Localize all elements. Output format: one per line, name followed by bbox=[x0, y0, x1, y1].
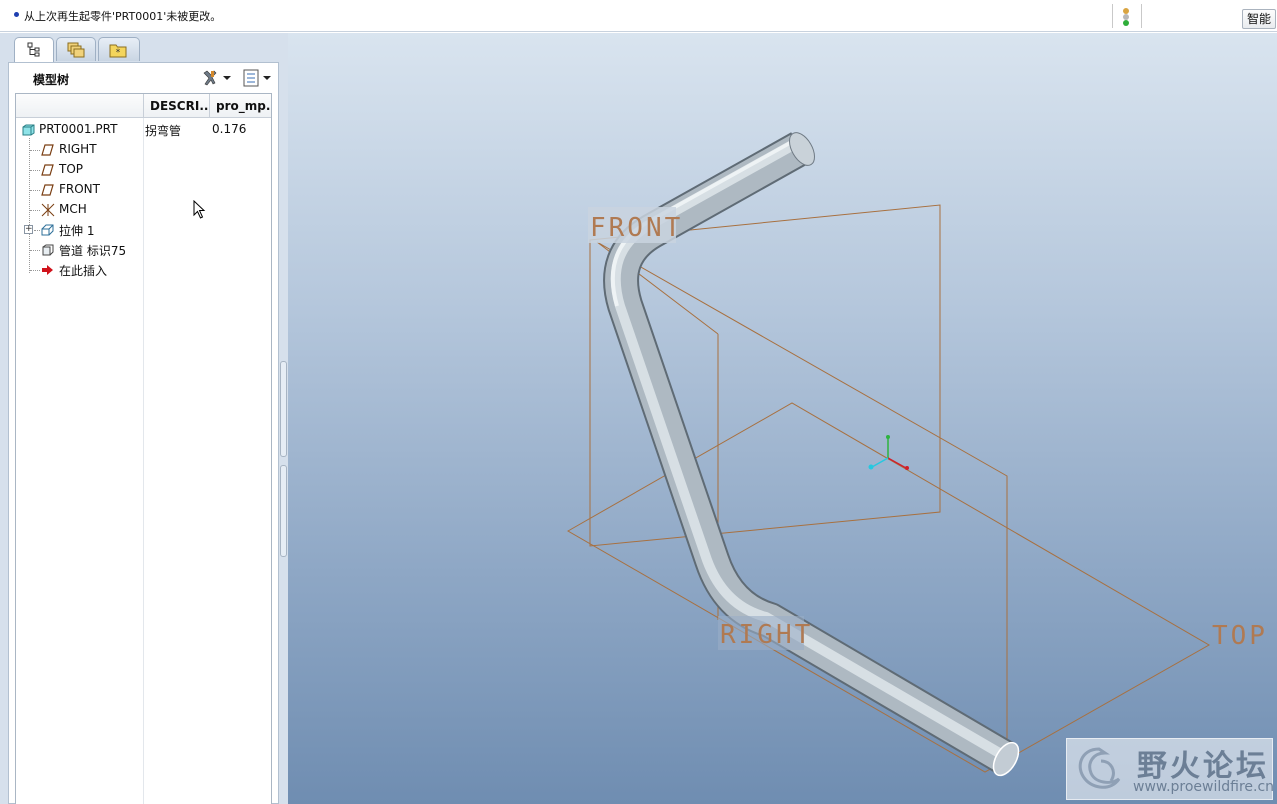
tree-item-label: 拉伸 1 bbox=[59, 224, 95, 238]
regeneration-status-icon[interactable] bbox=[1121, 8, 1131, 28]
message-bullet-icon bbox=[14, 12, 19, 17]
tree-show-button[interactable] bbox=[241, 67, 273, 89]
selection-filter-dropdown[interactable]: 智能 bbox=[1242, 9, 1276, 29]
layers-tab[interactable] bbox=[56, 37, 96, 61]
forum-watermark: 野火论坛 www.proewildfire.cn bbox=[1066, 738, 1275, 800]
tree-item-extrude[interactable]: 拉伸 1 bbox=[16, 220, 271, 240]
panel-splitter[interactable] bbox=[279, 33, 288, 804]
tree-item-mch[interactable]: MCH bbox=[16, 200, 271, 220]
graphics-window[interactable]: FRONT RIGHT TOP bbox=[288, 33, 1277, 804]
model-tree-pane: 模型树 DESCRI... pro_mp... bbox=[8, 62, 279, 804]
front-datum-label[interactable]: FRONT bbox=[590, 213, 683, 243]
coordinate-triad-icon bbox=[868, 435, 909, 470]
tree-item-label: 在此插入 bbox=[59, 264, 108, 278]
chevron-down-icon bbox=[223, 76, 231, 80]
top-datum-label[interactable]: TOP bbox=[1212, 621, 1268, 651]
tree-item-label: 管道 标识75 bbox=[59, 244, 127, 258]
tree-item-right[interactable]: RIGHT bbox=[16, 140, 271, 160]
mass-cell: 0.176 bbox=[212, 122, 247, 136]
tree-item-insert-here[interactable]: 在此插入 bbox=[16, 260, 271, 280]
navigator-panel: * 模型树 DESCRI... pro_mp... bbox=[0, 33, 288, 804]
message-bar: 从上次再生起零件'PRT0001'未被更改。 智能 bbox=[0, 0, 1277, 32]
forum-logo-icon bbox=[1078, 747, 1121, 789]
splitter-grip[interactable] bbox=[280, 465, 287, 557]
favorites-tab[interactable]: * bbox=[98, 37, 140, 61]
svg-text:*: * bbox=[116, 48, 121, 58]
divider bbox=[1141, 4, 1142, 28]
tree-item-label: MCH bbox=[59, 202, 87, 216]
part-icon bbox=[22, 124, 35, 136]
tree-settings-button[interactable] bbox=[201, 67, 233, 89]
tree-item-pipe[interactable]: 管道 标识75 bbox=[16, 240, 271, 260]
table-header: DESCRI... pro_mp... bbox=[16, 94, 271, 118]
tree-item-top[interactable]: TOP bbox=[16, 160, 271, 180]
insert-here-arrow-icon bbox=[42, 265, 53, 275]
tree-item-label: TOP bbox=[59, 162, 84, 176]
column-header-description[interactable]: DESCRI... bbox=[143, 94, 209, 118]
layers-icon bbox=[67, 42, 85, 58]
status-message: 从上次再生起零件'PRT0001'未被更改。 bbox=[24, 10, 222, 23]
tools-icon bbox=[203, 70, 217, 86]
tree-item-label: RIGHT bbox=[59, 142, 97, 156]
datum-plane-icon bbox=[41, 144, 54, 156]
right-datum-plane[interactable] bbox=[596, 241, 1008, 770]
folder-icon: * bbox=[109, 44, 127, 58]
tree-item-part[interactable]: PRT0001.PRT 拐弯管 0.176 bbox=[16, 120, 271, 140]
panel-title: 模型树 bbox=[33, 73, 70, 87]
divider bbox=[1112, 4, 1113, 28]
splitter-grip[interactable] bbox=[280, 361, 287, 457]
model-tree-tab[interactable] bbox=[14, 37, 54, 63]
pipe-icon bbox=[42, 244, 54, 256]
coordinate-system-icon bbox=[41, 203, 55, 217]
chevron-down-icon bbox=[263, 76, 271, 80]
datum-plane-icon bbox=[41, 164, 54, 176]
model-viewport[interactable]: FRONT RIGHT TOP bbox=[288, 33, 1277, 804]
datum-plane-icon bbox=[41, 184, 54, 196]
watermark-url: www.proewildfire.cn bbox=[1133, 779, 1275, 795]
description-cell: 拐弯管 bbox=[145, 124, 182, 138]
right-datum-label[interactable]: RIGHT bbox=[720, 620, 813, 650]
tree-item-label: PRT0001.PRT bbox=[39, 122, 118, 136]
tree-item-front[interactable]: FRONT bbox=[16, 180, 271, 200]
mouse-cursor-icon bbox=[193, 200, 206, 219]
tree-item-label: FRONT bbox=[59, 182, 100, 196]
column-header-mass[interactable]: pro_mp... bbox=[209, 94, 271, 118]
list-icon bbox=[243, 69, 259, 87]
model-tree-table: DESCRI... pro_mp... PRT0001.PRT 拐弯管 0.17… bbox=[15, 93, 272, 804]
extrude-icon bbox=[41, 224, 54, 236]
model-tree-icon bbox=[27, 42, 40, 57]
